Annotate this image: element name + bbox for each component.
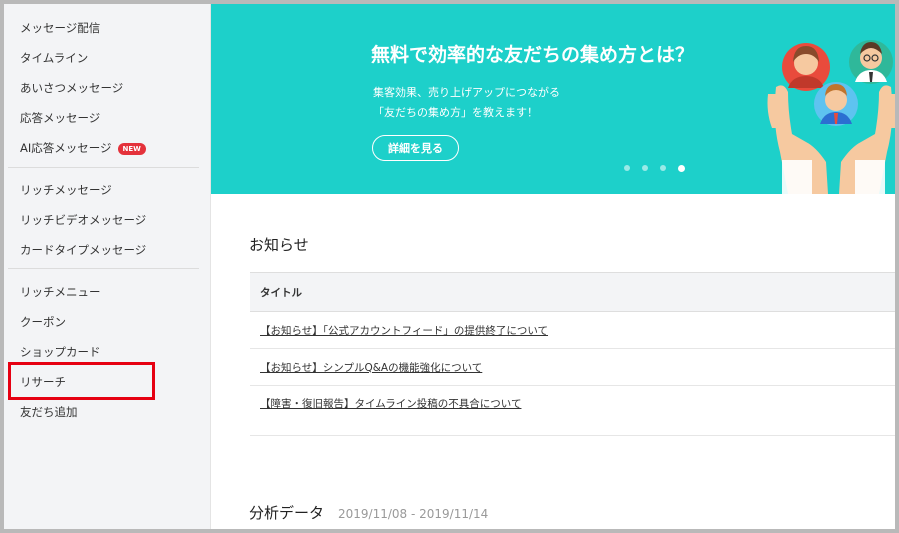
new-badge: NEW <box>117 143 146 155</box>
banner-subtitle-line-2: 「友だちの集め方」を教えます！ <box>373 106 538 119</box>
banner-title: 無料で効率的な友だちの集め方とは？ <box>371 44 695 66</box>
sidebar-item-ai-response-message[interactable]: AI応答メッセージ NEW <box>20 140 146 156</box>
sidebar-item-timeline[interactable]: タイムライン <box>20 50 88 66</box>
notice-link[interactable]: 【お知らせ】「公式アカウントフィード」の提供終了について <box>260 323 548 338</box>
sidebar-item-response-message[interactable]: 応答メッセージ <box>20 110 100 126</box>
sidebar-divider <box>8 268 199 269</box>
sidebar-item-label: 応答メッセージ <box>20 111 101 125</box>
sidebar-item-label: ショップカード <box>20 345 101 359</box>
sidebar-item-label: メッセージ配信 <box>20 21 101 35</box>
carousel-dot[interactable] <box>624 165 630 171</box>
banner-details-button[interactable]: 詳細を見る <box>372 135 459 161</box>
sidebar-divider <box>8 167 199 168</box>
friends-illustration-icon <box>767 40 895 194</box>
notice-link[interactable]: 【障害・復旧報告】タイムライン投稿の不具合について <box>260 396 521 411</box>
carousel-dot[interactable] <box>678 164 685 172</box>
table-row: 【お知らせ】「公式アカウントフィード」の提供終了について <box>250 312 895 349</box>
carousel-dot[interactable] <box>642 165 648 171</box>
sidebar-item-label: AI応答メッセージ <box>20 141 112 155</box>
sidebar-item-rich-menu[interactable]: リッチメニュー <box>20 284 101 300</box>
sidebar-item-label: リッチビデオメッセージ <box>20 213 147 227</box>
sidebar-item-label: タイムライン <box>20 51 89 65</box>
table-row: 【障害・復旧報告】タイムライン投稿の不具合について <box>250 386 895 436</box>
banner-subtitle-line-1: 集客効果、売り上げアップにつながる <box>373 86 560 99</box>
sidebar-item-message-delivery[interactable]: メッセージ配信 <box>20 20 100 36</box>
sidebar-item-coupon[interactable]: クーポン <box>20 314 66 330</box>
highlight-box <box>8 362 155 400</box>
sidebar-item-label: クーポン <box>20 315 66 329</box>
screenshot-frame: メッセージ配信 タイムラインあいさつメッセージ 応答メッセージ AI応答メッセージ NE… <box>0 0 899 533</box>
sidebar-item-greeting-message[interactable]: あいさつメッセージ <box>20 80 123 96</box>
analysis-date-range: 2019/11/08 - 2019/11/14 <box>338 507 489 521</box>
sidebar-item-label: 友だち追加 <box>20 405 78 419</box>
sidebar-item-add-friends[interactable]: 友だち追加 <box>20 404 78 420</box>
notices-title: お知らせ <box>249 236 309 254</box>
analysis-title: 分析データ <box>249 504 325 522</box>
sidebar-item-label: リッチメニュー <box>20 285 101 299</box>
sidebar-item-label: リッチメッセージ <box>20 183 112 197</box>
notices-table: タイトル 【お知らせ】「公式アカウントフィード」の提供終了について 【お知らせ】シ… <box>250 272 895 436</box>
table-row: 【お知らせ】シンプルQ&Aの機能強化について <box>250 349 895 386</box>
notices-column-header: タイトル <box>250 272 895 312</box>
carousel-dot[interactable] <box>660 165 666 171</box>
sidebar-item-label: あいさつメッセージ <box>20 81 124 95</box>
sidebar-item-shop-card[interactable]: ショップカード <box>20 344 101 360</box>
sidebar-item-rich-message[interactable]: リッチメッセージ <box>20 182 112 198</box>
analysis-header: 分析データ 2019/11/08 - 2019/11/14 <box>249 502 488 523</box>
sidebar-item-card-type-message[interactable]: カードタイプメッセージ <box>20 242 146 258</box>
notice-link[interactable]: 【お知らせ】シンプルQ&Aの機能強化について <box>260 360 482 375</box>
promo-banner[interactable]: 無料で効率的な友だちの集め方とは？ 集客効果、売り上げアップにつながる 「友だち… <box>211 4 895 194</box>
sidebar: メッセージ配信 タイムラインあいさつメッセージ 応答メッセージ AI応答メッセージ NE… <box>4 4 211 529</box>
sidebar-item-rich-video-message[interactable]: リッチビデオメッセージ <box>20 212 146 228</box>
sidebar-item-label: カードタイプメッセージ <box>20 243 147 257</box>
